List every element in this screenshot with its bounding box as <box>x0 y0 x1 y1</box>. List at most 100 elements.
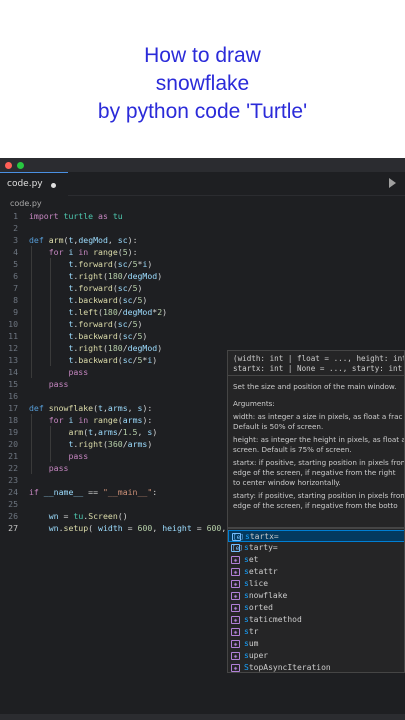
suggestion-item[interactable]: ◈ sum <box>228 638 404 650</box>
code-text[interactable]: wn = tu.Screen() <box>29 510 128 522</box>
code-text[interactable]: t.right(180/degMod) <box>29 270 162 282</box>
code-line[interactable]: 1 import turtle as tu <box>0 210 405 222</box>
suggestion-item[interactable]: ◈ snowflake <box>228 590 404 602</box>
line-number: 10 <box>8 319 18 329</box>
class-icon: ◈ <box>231 568 240 576</box>
close-window-button[interactable] <box>5 162 12 169</box>
status-bar <box>0 714 405 720</box>
window-titlebar <box>0 158 405 172</box>
doc-arg-line: startx: if positive, starting position i… <box>233 458 405 467</box>
video-title-banner: How to draw snowflake by python code 'Tu… <box>0 0 405 158</box>
variable-icon: [e] <box>231 544 243 552</box>
line-number: 16 <box>8 391 18 401</box>
suggestion-item[interactable]: ◈ sorted <box>228 602 404 614</box>
suggestion-label: staticmethod <box>244 615 302 624</box>
code-line[interactable]: 10 t.forward(sc/5) <box>0 318 405 330</box>
title-line-3: by python code 'Turtle' <box>97 100 308 123</box>
code-line[interactable]: 2 <box>0 222 405 234</box>
title-line-1: How to draw <box>144 44 261 67</box>
code-text[interactable]: t.backward(sc/5*i) <box>29 354 157 366</box>
code-text[interactable]: t.left(180/degMod*2) <box>29 306 167 318</box>
line-number: 12 <box>8 343 18 353</box>
class-icon: ◈ <box>231 556 240 564</box>
line-number: 20 <box>8 439 18 449</box>
tab-label: code.py <box>7 179 43 189</box>
class-icon: ◈ <box>231 664 240 672</box>
code-line[interactable]: 3 def arm(t,degMod, sc): <box>0 234 405 246</box>
suggestion-item[interactable]: ◈ slice <box>228 578 404 590</box>
code-text[interactable]: for i in range(5): <box>29 246 138 258</box>
code-line[interactable]: 4 for i in range(5): <box>0 246 405 258</box>
suggestion-item[interactable]: ◈ staticmethod <box>228 614 404 626</box>
code-text[interactable]: for i in range(arms): <box>29 414 153 426</box>
code-text[interactable]: def arm(t,degMod, sc): <box>29 234 138 246</box>
line-number: 8 <box>13 295 18 305</box>
code-line[interactable]: 11 t.backward(sc/5) <box>0 330 405 342</box>
doc-arg-line: to center window horizontally. <box>233 478 341 487</box>
code-text[interactable]: pass <box>29 462 69 474</box>
class-icon: ◈ <box>231 628 240 636</box>
suggestion-label: set <box>244 555 259 564</box>
suggestion-label: StopAsyncIteration <box>244 663 331 672</box>
class-icon: ◈ <box>231 580 240 588</box>
line-number: 7 <box>13 283 18 293</box>
code-text[interactable]: wn.setup( width = 600, height = 600, s) <box>29 522 241 534</box>
code-text[interactable]: t.forward(sc/5*i) <box>29 258 152 270</box>
line-number: 24 <box>8 487 18 497</box>
doc-arg-line: edge of the screen, if negative from the… <box>233 501 398 510</box>
code-line[interactable]: 9 t.left(180/degMod*2) <box>0 306 405 318</box>
code-text[interactable]: t.right(180/degMod) <box>29 342 162 354</box>
suggestion-item[interactable]: [e] startx= <box>228 530 404 542</box>
code-text[interactable]: t.forward(sc/5) <box>29 318 142 330</box>
suggestion-label: str <box>244 627 259 636</box>
line-number: 22 <box>8 463 18 473</box>
suggestion-item[interactable]: [e] starty= <box>228 542 404 554</box>
editor-tab-bar: code.py <box>0 172 405 196</box>
suggestion-item[interactable]: ◈ set <box>228 554 404 566</box>
code-editor-window: code.py code.py 1 import turtle as tu 2 3 de… <box>0 158 405 720</box>
code-text[interactable]: if __name__ == "__main__": <box>29 486 157 498</box>
suggestion-item[interactable]: ◈ str <box>228 626 404 638</box>
signature-line-1: (width: int | float = ..., height: int <box>233 354 405 363</box>
suggestion-label: snowflake <box>244 591 288 600</box>
code-text[interactable]: t.backward(sc/5) <box>29 330 147 342</box>
line-number: 15 <box>8 379 18 389</box>
class-icon: ◈ <box>231 592 240 600</box>
code-text[interactable]: pass <box>29 378 69 390</box>
autocomplete-suggestion-list[interactable]: [e] startx= [e] starty= ◈ set ◈ setattr ◈ slice ◈ s… <box>227 528 405 673</box>
doc-arg-line: screen. Default is 75% of screen. <box>233 445 352 454</box>
line-number: 14 <box>8 367 18 377</box>
code-line[interactable]: 5 t.forward(sc/5*i) <box>0 258 405 270</box>
breadcrumb[interactable]: code.py <box>10 199 42 208</box>
doc-arg-line: edge of the screen, if negative from the… <box>233 468 396 477</box>
divider <box>228 375 404 376</box>
code-text[interactable]: t.right(360/arms) <box>29 438 152 450</box>
line-number: 5 <box>13 259 18 269</box>
doc-args-heading: Arguments: <box>233 399 275 408</box>
suggestion-item[interactable]: ◈ super <box>228 650 404 662</box>
tab-code-py[interactable]: code.py <box>0 172 68 196</box>
variable-icon: [e] <box>232 533 244 541</box>
doc-arg-line: height: as integer the height in pixels,… <box>233 435 405 444</box>
code-text[interactable]: import turtle as tu <box>29 210 123 222</box>
suggestion-item[interactable]: ◈ StopAsyncIteration <box>228 662 404 672</box>
suggestion-label: slice <box>244 579 269 588</box>
code-text[interactable]: pass <box>29 366 88 378</box>
code-line[interactable]: 7 t.forward(sc/5) <box>0 282 405 294</box>
suggestion-label: super <box>244 651 269 660</box>
code-line[interactable]: 8 t.backward(sc/5) <box>0 294 405 306</box>
signature-line-2: startx: int | None = ..., starty: int <box>233 364 403 373</box>
play-icon[interactable] <box>389 178 396 188</box>
code-text[interactable]: pass <box>29 450 88 462</box>
code-text[interactable]: t.backward(sc/5) <box>29 294 147 306</box>
line-number: 2 <box>13 223 18 233</box>
code-text[interactable]: arm(t,arms/1.5, s) <box>29 426 157 438</box>
doc-arg-line: starty: if positive, starting position i… <box>233 491 405 500</box>
code-line[interactable]: 6 t.right(180/degMod) <box>0 270 405 282</box>
maximize-window-button[interactable] <box>17 162 24 169</box>
code-text[interactable]: t.forward(sc/5) <box>29 282 142 294</box>
unsaved-dot-icon[interactable] <box>51 183 56 188</box>
suggestion-label: starty= <box>244 543 278 552</box>
suggestion-item[interactable]: ◈ setattr <box>228 566 404 578</box>
code-text[interactable]: def snowflake(t,arms, s): <box>29 402 152 414</box>
